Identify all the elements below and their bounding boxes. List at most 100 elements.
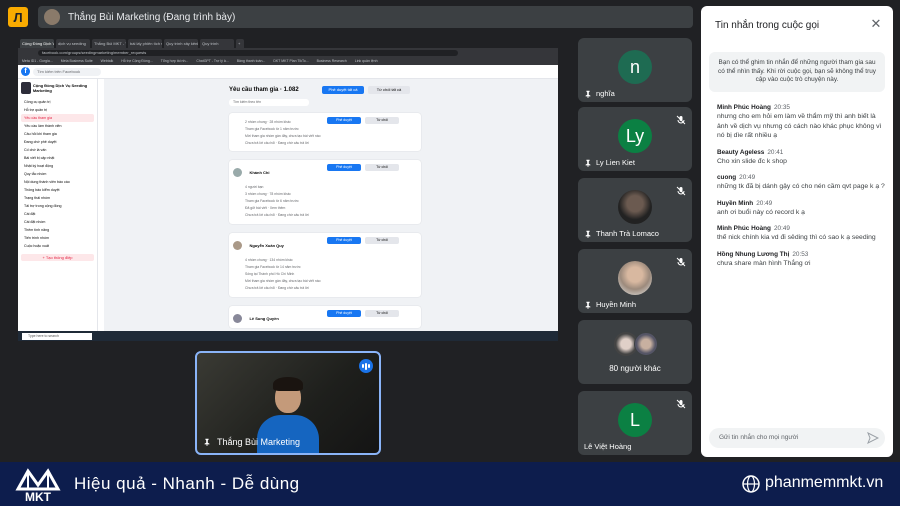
message-text: những tk đã bị dánh gậy có cho nén cầm q…	[717, 183, 885, 190]
message-time: 20:53	[792, 250, 809, 258]
requester-name[interactable]: Khánh Chi	[249, 170, 269, 175]
bookmark[interactable]: Hỗ trợ Cộng Đồng...	[121, 57, 152, 65]
request-detail: Chưa trả lời câu hỏi · Đang chờ câu trả …	[245, 141, 309, 145]
request-detail: Chưa trả lời câu hỏi · Đang chờ câu trả …	[245, 286, 309, 290]
request-card: Lê Sung Quyền Phê duyệt Từ chối	[229, 306, 421, 328]
decline-button[interactable]: Từ chối	[365, 117, 399, 124]
bookmark[interactable]: ChatGPT - Trợ lý ả...	[196, 57, 228, 65]
request-detail: Tham gia Facebook từ 14 năm trước	[245, 265, 301, 269]
pin-icon[interactable]	[203, 438, 211, 446]
create-message-button[interactable]: + Tạo thông điệp	[21, 254, 94, 261]
website-link[interactable]: phanmemmkt.vn	[765, 474, 883, 492]
avatar[interactable]	[233, 314, 242, 324]
sidebar-item[interactable]: Thông báo kiểm duyệt	[21, 186, 94, 194]
sidebar-item[interactable]: Yêu cầu làm thành viên	[21, 122, 94, 130]
bookmark[interactable]: Tổng hợp tài nh...	[161, 57, 189, 65]
request-search-input[interactable]: Tìm kiếm theo tên	[229, 99, 309, 106]
bookmark[interactable]: Webtalk	[101, 57, 114, 65]
approve-all-button[interactable]: Phê duyệt tất cả	[322, 86, 364, 94]
decline-all-button[interactable]: Từ chối tất cả	[368, 86, 410, 94]
browser-tab[interactable]: dịch vụ seeding	[56, 39, 90, 48]
brand-footer: MKT Hiệu quả - Nhanh - Dễ dùng phanmemmk…	[0, 462, 900, 506]
sidebar-item[interactable]: Tiến trình nhóm	[21, 234, 94, 242]
browser-tab[interactable]: Quy trình xây kênh	[164, 39, 198, 48]
presenter-tile[interactable]: Thắng Bùi Marketing	[195, 351, 381, 455]
sidebar-item[interactable]: Hỗ trợ quản trị	[21, 106, 94, 114]
windows-taskbar: Type here to search	[18, 331, 558, 341]
requester-name[interactable]: Nguyễn Xuân Quy	[249, 243, 283, 248]
others-tile[interactable]: 80 người khác	[578, 320, 692, 384]
avatar[interactable]	[233, 241, 242, 251]
request-detail: 3 nhóm chung · 78 nhóm khác	[245, 192, 291, 196]
address-bar[interactable]: facebook.com/groups/seedingmarketing/mem…	[38, 49, 458, 56]
sidebar-item[interactable]: Thêm tính năng	[21, 226, 94, 234]
sidebar-item[interactable]: Nhật ký hoạt động	[21, 162, 94, 170]
join-requests-main: Yêu cầu tham gia · 1.082 Phê duyệt tất c…	[104, 79, 558, 331]
request-detail: 4 người bạn	[245, 185, 264, 189]
close-icon[interactable]: ✕	[869, 17, 883, 31]
decline-button[interactable]: Từ chối	[365, 310, 399, 317]
approve-button[interactable]: Phê duyệt	[327, 117, 361, 124]
sidebar-item[interactable]: Bài viết bị cập nhật	[21, 154, 94, 162]
avatar: Ly	[618, 119, 652, 153]
presenting-chip[interactable]: Thắng Bùi Marketing (Đang trình bày)	[38, 6, 693, 28]
decline-button[interactable]: Từ chối	[365, 164, 399, 171]
sidebar-item[interactable]: Cài đặt	[21, 210, 94, 218]
participant-tile[interactable]: n nghĩa	[578, 38, 692, 102]
sidebar-item[interactable]: Tài trợ trong cộng đồng	[21, 202, 94, 210]
sidebar-item[interactable]: Cố chờ là vấn	[21, 146, 94, 154]
taskbar-search[interactable]: Type here to search	[22, 332, 92, 340]
browser-tab[interactable]: Cộng Đồng Dịch Vụ Seeding	[20, 39, 54, 48]
chat-message-input[interactable]: Gửi tin nhắn cho mọi người	[709, 428, 885, 448]
participant-label: nghĩa	[584, 89, 615, 98]
pin-icon[interactable]	[584, 230, 592, 238]
chat-panel: Tin nhắn trong cuộc gọi ✕ Bạn có thể ghi…	[701, 6, 893, 457]
approve-button[interactable]: Phê duyệt	[327, 237, 361, 244]
facebook-logo-icon[interactable]: f	[21, 67, 30, 76]
sidebar-item[interactable]: Đang chờ phê duyệt	[21, 138, 94, 146]
bookmark[interactable]: Meta Business Suite	[61, 57, 93, 65]
bookmark[interactable]: Bảng thanh toán...	[237, 57, 266, 65]
group-header: Cộng Đồng Dịch Vụ Seeding Marketing	[21, 82, 94, 94]
browser-tab[interactable]: bài lấy phiên tích số học	[128, 39, 162, 48]
chat-info-banner: Bạn có thể ghim tin nhắn để những người …	[709, 52, 885, 92]
participant-tile[interactable]: Huyền Minh	[578, 249, 692, 313]
group-name[interactable]: Cộng Đồng Dịch Vụ Seeding Marketing	[33, 83, 94, 93]
decline-button[interactable]: Từ chối	[365, 237, 399, 244]
others-count: 80 người khác	[609, 364, 661, 373]
avatar	[618, 261, 652, 295]
bookmark[interactable]: DKT MKT Plan TikTo...	[273, 57, 308, 65]
participant-tile[interactable]: Ly Ly Lien Kiet	[578, 107, 692, 171]
participant-tile[interactable]: L Lê Việt Hoàng	[578, 391, 692, 455]
browser-tab[interactable]: Quy trình	[200, 39, 234, 48]
approve-button[interactable]: Phê duyệt	[327, 310, 361, 317]
sidebar-item[interactable]: Công cụ quản trị	[21, 98, 94, 106]
message-time: 20:41	[767, 148, 784, 156]
new-tab-button[interactable]: +	[236, 39, 244, 48]
facebook-search[interactable]: Tìm kiếm trên Facebook	[33, 67, 101, 76]
shared-screen[interactable]: Cộng Đồng Dịch Vụ Seeding dịch vụ seedin…	[18, 38, 558, 341]
pin-icon[interactable]	[584, 90, 592, 98]
participant-tile[interactable]: Thanh Trà Lomaco	[578, 178, 692, 242]
sidebar-item[interactable]: Quy tắc nhóm	[21, 170, 94, 178]
avatar[interactable]	[233, 168, 242, 178]
send-icon[interactable]	[867, 432, 879, 444]
bookmark[interactable]: Link quản lệnh	[355, 57, 378, 65]
sidebar-item[interactable]: Trạng thái nhóm	[21, 194, 94, 202]
pin-icon[interactable]	[584, 301, 592, 309]
sidebar-item[interactable]: Cài đặt nhóm	[21, 218, 94, 226]
approve-button[interactable]: Phê duyệt	[327, 164, 361, 171]
message-sender: Beauty Ageless	[717, 148, 765, 156]
message-sender: cuong	[717, 174, 737, 181]
bookmark[interactable]: Business Research	[317, 57, 347, 65]
requester-name[interactable]: Lê Sung Quyền	[249, 316, 278, 321]
avatar: n	[618, 50, 652, 84]
browser-tab[interactable]: Thắng Bùi MKT - YouTube	[92, 39, 126, 48]
presenting-label: Thắng Bùi Marketing (Đang trình bày)	[68, 11, 236, 23]
sidebar-item[interactable]: Cuộc hoặc xuất	[21, 242, 94, 250]
bookmark[interactable]: Meta ID1 - Gorgia...	[22, 57, 53, 65]
pin-icon[interactable]	[584, 159, 592, 167]
sidebar-item[interactable]: Nội dung thành viên báo cáo	[21, 178, 94, 186]
sidebar-item-join-requests[interactable]: Yêu cầu tham gia	[21, 114, 94, 122]
sidebar-item[interactable]: Câu hỏi khi tham gia	[21, 130, 94, 138]
